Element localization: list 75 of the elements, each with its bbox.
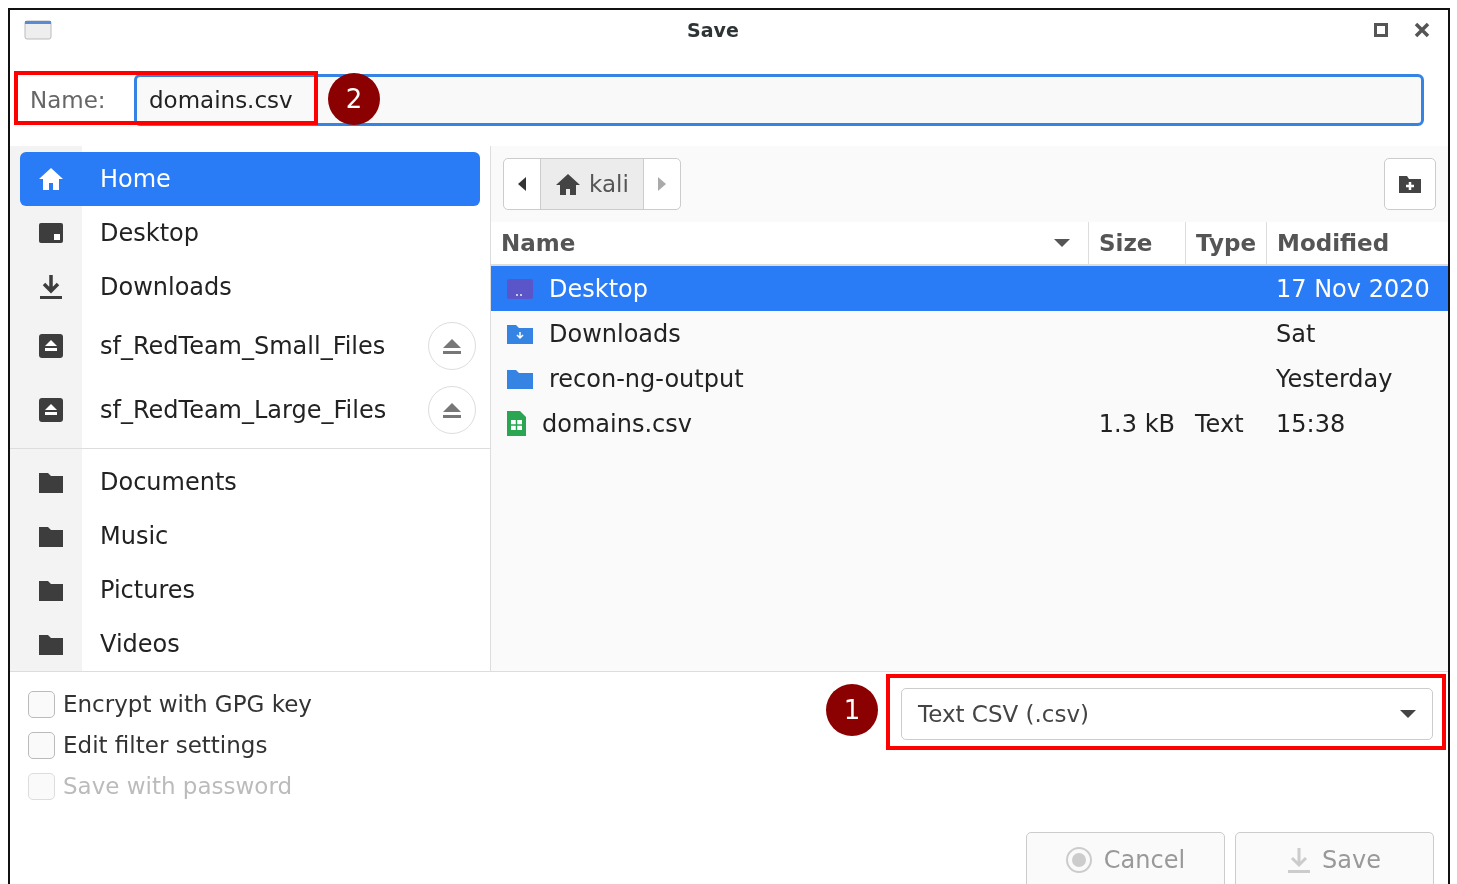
drive-icon [39, 334, 63, 358]
eject-button[interactable] [428, 322, 476, 370]
download-folder-icon [507, 323, 533, 344]
column-header[interactable]: Modified [1266, 222, 1448, 266]
checkbox-label: Edit filter settings [63, 731, 268, 761]
sidebar-item[interactable]: Documents [20, 455, 480, 509]
sidebar-item-label: sf_RedTeam_Small_Files [99, 331, 387, 362]
folder-icon [39, 471, 63, 493]
sidebar-item-label: Documents [99, 467, 238, 498]
eject-icon [442, 338, 462, 354]
close-icon[interactable] [1414, 22, 1430, 38]
sidebar-item-label: Music [99, 521, 170, 552]
sidebar-item[interactable]: Desktop [20, 206, 480, 260]
cancel-circle-icon [1065, 847, 1092, 873]
eject-icon [442, 402, 462, 418]
checkbox[interactable] [28, 691, 55, 718]
checkbox-label: Encrypt with GPG key [63, 690, 312, 720]
modified-cell-text: 17 Nov 2020 [1275, 273, 1431, 305]
folder-icon [39, 525, 63, 547]
sidebar-item[interactable]: Music [20, 509, 480, 563]
file-row[interactable]: Desktop 17 Nov 2020 [491, 266, 1448, 311]
size-cell-text: 1.3 kB [1097, 408, 1176, 440]
sidebar-item-label: Home [99, 164, 172, 195]
home-icon [38, 167, 64, 191]
file-name: recon-ng-output [549, 363, 744, 395]
sidebar-item-label: Pictures [99, 575, 197, 606]
folder-icon [39, 579, 63, 601]
maximize-icon[interactable] [1374, 23, 1388, 37]
file-row[interactable]: recon-ng-output Yesterday [491, 356, 1448, 401]
sort-caret-icon [1054, 239, 1070, 247]
new-folder-icon [1398, 174, 1422, 194]
checkbox[interactable] [28, 732, 55, 759]
window-icon [24, 20, 52, 40]
file-row[interactable]: domains.csv 1.3 kB Text 15:38 [491, 401, 1448, 446]
modified-cell-text: Sat [1275, 318, 1317, 350]
caret-right-icon [657, 177, 666, 191]
column-header[interactable]: Type [1185, 222, 1266, 266]
download-icon [1288, 847, 1311, 873]
sidebar-item-label: Desktop [99, 218, 200, 249]
modified-cell-text: 15:38 [1275, 408, 1347, 440]
sidebar-item[interactable]: sf_RedTeam_Large_Files [20, 378, 480, 442]
name-label: Name: [29, 85, 107, 115]
drive-icon [39, 398, 63, 422]
file-name: Desktop [549, 273, 648, 305]
path-segment[interactable]: kali [540, 159, 643, 209]
sidebar-item[interactable]: sf_RedTeam_Small_Files [20, 314, 480, 378]
file-row[interactable]: Downloads Sat [491, 311, 1448, 356]
monitor-icon [39, 223, 63, 243]
new-folder-button[interactable] [1384, 158, 1436, 210]
desktop-folder-icon [507, 278, 533, 299]
step-number-badge: 1 [826, 684, 878, 736]
file-name: domains.csv [542, 408, 692, 440]
sidebar-item[interactable]: Home [20, 152, 480, 206]
spreadsheet-file-icon [507, 411, 526, 436]
modified-cell-text: Yesterday [1275, 363, 1394, 395]
download-icon [39, 275, 63, 299]
column-header[interactable]: Name [491, 222, 1088, 266]
file-type-dropdown[interactable]: Text CSV (.csv) [901, 688, 1433, 740]
folder-icon [39, 633, 63, 655]
sidebar-item[interactable]: Pictures [20, 563, 480, 617]
file-name: Downloads [549, 318, 681, 350]
home-icon [555, 172, 581, 196]
folder-icon [507, 368, 533, 389]
checkbox-label: Save with password [63, 772, 293, 802]
sidebar-item[interactable]: Videos [20, 617, 480, 671]
column-header[interactable]: Size [1088, 222, 1185, 266]
dropdown-caret-icon [1400, 710, 1416, 718]
window-title: Save [686, 17, 740, 43]
sidebar-item-label: Videos [99, 629, 181, 660]
sidebar-item-label: Downloads [99, 272, 233, 303]
caret-left-icon [518, 177, 526, 191]
type-cell-text: Text [1194, 408, 1245, 440]
eject-button[interactable] [428, 386, 476, 434]
sidebar-item[interactable]: Downloads [20, 260, 480, 314]
sidebar-item-label: sf_RedTeam_Large_Files [99, 395, 388, 426]
